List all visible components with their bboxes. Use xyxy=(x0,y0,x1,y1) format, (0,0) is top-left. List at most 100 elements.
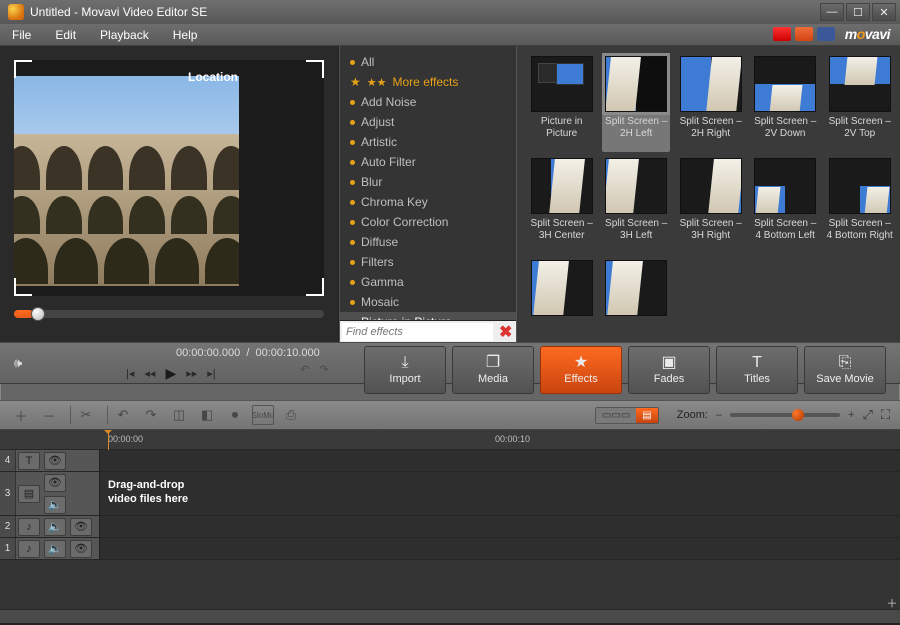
close-button[interactable]: ✕ xyxy=(872,3,896,21)
mute-icon[interactable]: 🔈 xyxy=(44,518,66,536)
effect-thumb[interactable]: Split Screen – 3H Left xyxy=(602,158,671,254)
zoom-out-icon[interactable]: – xyxy=(716,409,722,421)
fx-category-item[interactable]: Adjust xyxy=(340,112,516,132)
add-marker-icon[interactable]: ＋ xyxy=(10,405,32,425)
fullscreen-icon[interactable]: ⛶ xyxy=(881,407,890,423)
fit-icon[interactable]: ⤢ xyxy=(862,407,872,423)
fx-category-item[interactable]: Gamma xyxy=(340,272,516,292)
audio-track-icon[interactable]: ♪ xyxy=(18,518,40,536)
zoom-in-icon[interactable]: + xyxy=(848,409,854,421)
step-fwd-icon[interactable]: ▸▸ xyxy=(186,367,197,380)
effect-thumb[interactable]: Split Screen – 4 Bottom Right xyxy=(825,158,894,254)
effect-thumb[interactable]: Picture in Picture xyxy=(527,56,596,152)
snapshot-icon[interactable]: ⎙ xyxy=(280,405,302,425)
fx-category-item[interactable]: Artistic xyxy=(340,132,516,152)
zoom-slider[interactable] xyxy=(730,413,840,417)
play-icon[interactable]: ▶ xyxy=(165,365,176,382)
visibility-icon[interactable]: 👁 xyxy=(70,518,92,536)
thumb-frame xyxy=(680,158,742,214)
effect-thumb[interactable]: Split Screen – 2V Top xyxy=(825,56,894,152)
audio-track-icon[interactable]: ♪ xyxy=(18,540,40,558)
visibility-icon[interactable]: 👁 xyxy=(44,452,66,470)
menu-playback[interactable]: Playback xyxy=(94,26,155,44)
record-icon[interactable]: ⏺ xyxy=(224,405,246,425)
undo-icon[interactable]: ↶ xyxy=(300,363,309,376)
goto-start-icon[interactable]: |◂ xyxy=(126,367,134,380)
track-1[interactable]: 1 ♪ 🔈 👁 xyxy=(0,538,900,560)
fx-category-item[interactable]: Filters xyxy=(340,252,516,272)
zoom-knob[interactable] xyxy=(792,409,804,421)
crop-handle-br[interactable] xyxy=(306,278,324,296)
thumb-frame xyxy=(754,56,816,112)
menu-edit[interactable]: Edit xyxy=(49,26,82,44)
preview-scrubber[interactable] xyxy=(14,310,324,318)
cut-icon[interactable]: ✂ xyxy=(75,405,97,425)
slomo-icon[interactable]: SloMo xyxy=(252,405,274,425)
overlay-label[interactable]: Location xyxy=(188,70,238,84)
fx-category-item[interactable]: Mosaic xyxy=(340,292,516,312)
volume-icon[interactable]: 🕪 xyxy=(14,355,22,371)
maximize-button[interactable]: ☐ xyxy=(846,3,870,21)
rotate-right-icon[interactable]: ↷ xyxy=(140,405,162,425)
effect-thumb[interactable]: Split Screen – 2V Down xyxy=(751,56,820,152)
step-back-icon[interactable]: ◂◂ xyxy=(144,367,155,380)
crop-handle-bl[interactable] xyxy=(14,278,32,296)
track-2[interactable]: 2 ♪ 🔈 👁 xyxy=(0,516,900,538)
fx-category-item[interactable]: Color Correction xyxy=(340,212,516,232)
preview-canvas[interactable]: Location xyxy=(14,60,324,296)
facebook-icon[interactable] xyxy=(817,27,835,41)
crop-handle-tr[interactable] xyxy=(306,60,324,78)
mode-storyboard[interactable]: ▭▭▭ xyxy=(596,408,636,423)
clear-search-icon[interactable]: ✖ xyxy=(499,322,512,342)
dnd-hint: Drag-and-dropvideo files here xyxy=(108,478,188,506)
titles-track-icon[interactable]: T xyxy=(18,452,40,470)
fx-category-item[interactable]: Picture in Picture xyxy=(340,312,516,320)
mute-icon[interactable]: 🔈 xyxy=(44,496,66,514)
scrub-knob[interactable] xyxy=(31,307,45,321)
visibility-icon[interactable]: 👁 xyxy=(44,474,66,492)
fx-category-item[interactable]: ★More effects xyxy=(340,72,516,92)
fades-button[interactable]: ▣Fades xyxy=(628,346,710,394)
effect-thumb[interactable]: Split Screen – 2H Right xyxy=(676,56,745,152)
track-4[interactable]: 4 T 👁 xyxy=(0,450,900,472)
effect-thumb[interactable]: Split Screen – 3H Right xyxy=(676,158,745,254)
timeline-view-mode[interactable]: ▭▭▭ ▤ xyxy=(595,407,659,424)
color-icon[interactable]: ◧ xyxy=(196,405,218,425)
googleplus-icon[interactable] xyxy=(795,27,813,41)
add-track-icon[interactable]: ＋ xyxy=(886,595,898,607)
effect-thumb[interactable]: Split Screen – 2H Left xyxy=(602,56,671,152)
fx-category-item[interactable]: Auto Filter xyxy=(340,152,516,172)
timeline-h-scroll[interactable] xyxy=(0,609,900,623)
fx-category-item[interactable]: Chroma Key xyxy=(340,192,516,212)
remove-marker-icon[interactable]: － xyxy=(38,405,60,425)
menu-file[interactable]: File xyxy=(6,26,37,44)
effect-thumb[interactable]: Split Screen – 4 Bottom Left xyxy=(751,158,820,254)
rotate-left-icon[interactable]: ↶ xyxy=(112,405,134,425)
menu-help[interactable]: Help xyxy=(167,26,204,44)
mode-timeline[interactable]: ▤ xyxy=(636,408,657,423)
media-button[interactable]: ❐Media xyxy=(452,346,534,394)
save-movie-button[interactable]: ⎘Save Movie xyxy=(804,346,886,394)
import-button[interactable]: ⤓Import xyxy=(364,346,446,394)
timeline-toolbar: ＋ － ✂ ↶ ↷ ◫ ◧ ⏺ SloMo ⎙ ▭▭▭ ▤ Zoom: – + … xyxy=(0,400,900,430)
fx-category-item[interactable]: All xyxy=(340,52,516,72)
search-effects-input[interactable] xyxy=(342,323,493,341)
effect-thumb[interactable]: Split Screen – 3H Center xyxy=(527,158,596,254)
youtube-icon[interactable] xyxy=(773,27,791,41)
effects-button[interactable]: ★Effects xyxy=(540,346,622,394)
timeline-ruler[interactable]: 00:00:00 00:00:10 xyxy=(0,430,900,450)
fx-category-item[interactable]: Blur xyxy=(340,172,516,192)
crop-icon[interactable]: ◫ xyxy=(168,405,190,425)
redo-icon[interactable]: ↷ xyxy=(319,363,328,376)
crop-handle-tl[interactable] xyxy=(14,60,32,78)
mute-icon[interactable]: 🔈 xyxy=(44,540,66,558)
fx-category-item[interactable]: Diffuse xyxy=(340,232,516,252)
visibility-icon[interactable]: 👁 xyxy=(70,540,92,558)
video-track-icon[interactable]: ▤ xyxy=(18,485,40,503)
titles-button[interactable]: TTitles xyxy=(716,346,798,394)
track-3[interactable]: 3 ▤ 👁 🔈 Drag-and-dropvideo files here xyxy=(0,472,900,516)
goto-end-icon[interactable]: ▸| xyxy=(207,367,215,380)
track-number: 1 xyxy=(0,538,16,559)
minimize-button[interactable]: — xyxy=(820,3,844,21)
fx-category-item[interactable]: Add Noise xyxy=(340,92,516,112)
